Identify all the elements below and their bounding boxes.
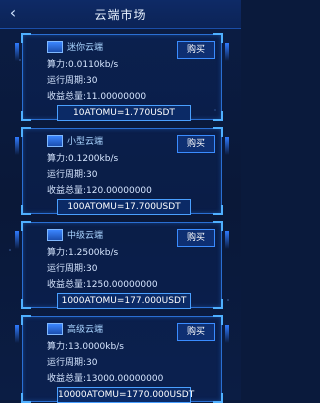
corner-decoration (21, 33, 31, 43)
side-decoration (15, 43, 19, 61)
corner-decoration (21, 127, 31, 137)
hashrate-text: 算力:0.0110kb/s (47, 60, 119, 70)
corner-decoration (21, 221, 31, 231)
total-income-text: 收益总量:120.00000000 (47, 186, 152, 196)
price-tag: 10000ATOMU=1770.000USDT (57, 387, 194, 403)
total-income-text: 收益总量:1250.00000000 (47, 280, 158, 290)
hashrate-text: 算力:1.2500kb/s (47, 248, 119, 258)
miner-icon (47, 322, 63, 335)
period-text: 运行周期:30 (47, 358, 98, 368)
miner-name-row: 迷你云端 (47, 40, 103, 53)
total-income-text: 收益总量:11.00000000 (47, 92, 147, 102)
side-decoration (225, 137, 229, 155)
total-income-text: 收益总量:13000.00000000 (47, 374, 164, 384)
miner-list: 迷你云端 购买 算力:0.0110kb/s 运行周期:30 收益总量:11.00… (0, 28, 241, 403)
side-decoration (225, 43, 229, 61)
corner-decoration (213, 205, 223, 215)
miner-name-row: 小型云端 (47, 134, 103, 147)
period-text: 运行周期:30 (47, 264, 98, 274)
miner-icon (47, 134, 63, 147)
buy-button[interactable]: 购买 (177, 41, 215, 59)
miner-name-row: 高级云端 (47, 322, 103, 335)
corner-decoration (21, 205, 31, 215)
corner-decoration (21, 299, 31, 309)
back-arrow-icon[interactable]: ‹ (6, 5, 20, 21)
period-text: 运行周期:30 (47, 76, 98, 86)
period-text: 运行周期:30 (47, 170, 98, 180)
corner-decoration (213, 111, 223, 121)
miner-name: 迷你云端 (67, 43, 104, 53)
miner-name: 高级云端 (67, 325, 104, 335)
miner-name: 小型云端 (67, 137, 104, 147)
corner-decoration (21, 393, 31, 403)
miner-name-row: 中级云端 (47, 228, 103, 241)
buy-button[interactable]: 购买 (177, 229, 215, 247)
miner-name: 中级云端 (67, 231, 104, 241)
corner-decoration (213, 393, 223, 403)
miner-icon (47, 40, 63, 53)
side-decoration (225, 325, 229, 343)
price-tag: 10ATOMU=1.770USDT (57, 105, 191, 121)
buy-button[interactable]: 购买 (177, 323, 215, 341)
miner-icon (47, 228, 63, 241)
corner-decoration (213, 299, 223, 309)
corner-decoration (21, 111, 31, 121)
corner-decoration (21, 315, 31, 325)
side-decoration (15, 231, 19, 249)
price-tag: 100ATOMU=17.700USDT (57, 199, 191, 215)
buy-button[interactable]: 购买 (177, 135, 215, 153)
miner-card: 高级云端 购买 算力:13.0000kb/s 运行周期:30 收益总量:1300… (15, 315, 229, 403)
miner-card: 迷你云端 购买 算力:0.0110kb/s 运行周期:30 收益总量:11.00… (15, 33, 229, 121)
header-bar: ‹ 云端市场 (0, 0, 241, 29)
side-decoration (15, 325, 19, 343)
hashrate-text: 算力:13.0000kb/s (47, 342, 124, 352)
miner-card: 中级云端 购买 算力:1.2500kb/s 运行周期:30 收益总量:1250.… (15, 221, 229, 309)
side-decoration (15, 137, 19, 155)
hashrate-text: 算力:0.1200kb/s (47, 154, 119, 164)
page-title: 云端市场 (94, 7, 147, 22)
price-tag: 1000ATOMU=177.000USDT (57, 293, 191, 309)
side-decoration (225, 231, 229, 249)
miner-card: 小型云端 购买 算力:0.1200kb/s 运行周期:30 收益总量:120.0… (15, 127, 229, 215)
